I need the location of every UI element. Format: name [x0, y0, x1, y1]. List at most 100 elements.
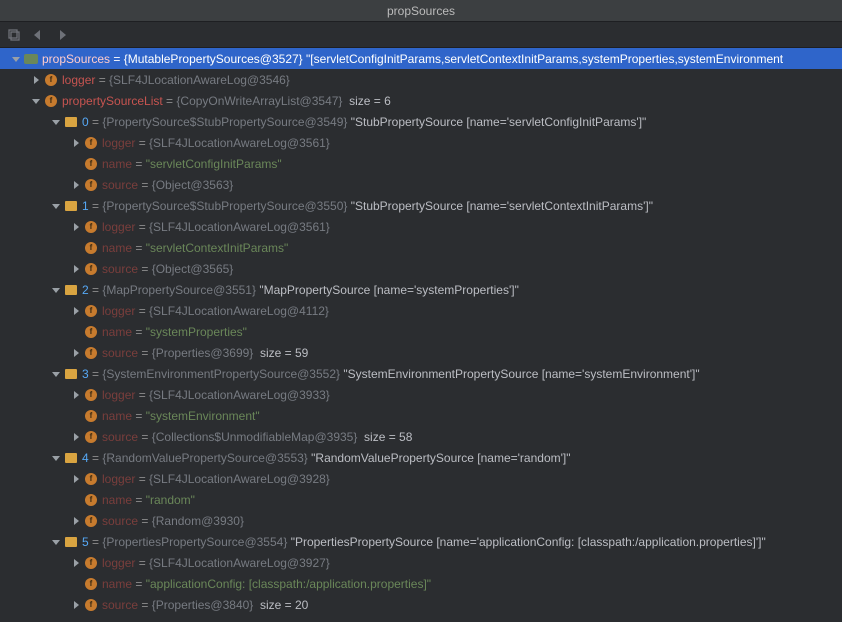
- field-icon: [84, 472, 98, 486]
- tree-row[interactable]: source = {Properties@3840} size = 20: [0, 594, 842, 615]
- expand-collapse-icon[interactable]: [50, 116, 62, 128]
- indent: [0, 478, 70, 479]
- text-segment: "random": [146, 493, 195, 507]
- expand-collapse-icon[interactable]: [30, 95, 42, 107]
- tree-row[interactable]: source = {Random@3930}: [0, 510, 842, 531]
- expand-collapse-icon[interactable]: [70, 599, 82, 611]
- text-segment: =: [89, 199, 103, 213]
- array-element-icon: [64, 199, 78, 213]
- text-segment: =: [95, 73, 109, 87]
- tree-row[interactable]: logger = {SLF4JLocationAwareLog@3546}: [0, 69, 842, 90]
- text-segment: {SLF4JLocationAwareLog@4112}: [149, 304, 329, 318]
- field-icon: [84, 430, 98, 444]
- tree-row[interactable]: source = {Properties@3699} size = 59: [0, 342, 842, 363]
- tree-row[interactable]: name = "systemProperties": [0, 321, 842, 342]
- tree-row[interactable]: 1 = {PropertySource$StubPropertySource@3…: [0, 195, 842, 216]
- expand-collapse-icon[interactable]: [70, 347, 82, 359]
- indent: [0, 184, 70, 185]
- tree-row[interactable]: 5 = {PropertiesPropertySource@3554} "Pro…: [0, 531, 842, 552]
- tree-row[interactable]: logger = {SLF4JLocationAwareLog@4112}: [0, 300, 842, 321]
- tree-row[interactable]: name = "applicationConfig: [classpath:/a…: [0, 573, 842, 594]
- field-icon: [44, 73, 58, 87]
- tree-row[interactable]: source = {Object@3565}: [0, 258, 842, 279]
- tree-row[interactable]: propSources = {MutablePropertySources@35…: [0, 48, 842, 69]
- field-icon: [84, 577, 98, 591]
- text-segment: "StubPropertySource [name='servletContex…: [351, 199, 653, 213]
- expand-collapse-icon[interactable]: [30, 74, 42, 86]
- tree-row[interactable]: name = "servletContextInitParams": [0, 237, 842, 258]
- tree-row[interactable]: logger = {SLF4JLocationAwareLog@3933}: [0, 384, 842, 405]
- field-icon: [84, 514, 98, 528]
- field-icon: [84, 556, 98, 570]
- expand-collapse-icon[interactable]: [70, 557, 82, 569]
- tree-row[interactable]: name = "random": [0, 489, 842, 510]
- text-segment: {PropertiesPropertySource@3554}: [102, 535, 287, 549]
- nav-forward-icon[interactable]: [54, 27, 70, 43]
- expand-collapse-icon[interactable]: [50, 200, 62, 212]
- field-icon: [84, 325, 98, 339]
- tree-row[interactable]: propertySourceList = {CopyOnWriteArrayLi…: [0, 90, 842, 111]
- text-segment: name: [102, 241, 132, 255]
- window-title: propSources: [387, 4, 455, 18]
- indent: [0, 121, 50, 122]
- tree-row[interactable]: 3 = {SystemEnvironmentPropertySource@355…: [0, 363, 842, 384]
- text-segment: "servletContextInitParams": [146, 241, 289, 255]
- text-segment: size = 6: [342, 94, 390, 108]
- expand-collapse-icon[interactable]: [50, 368, 62, 380]
- expand-collapse-icon[interactable]: [50, 536, 62, 548]
- indent: [0, 373, 50, 374]
- tree-row[interactable]: 2 = {MapPropertySource@3551} "MapPropert…: [0, 279, 842, 300]
- tree-row[interactable]: 0 = {PropertySource$StubPropertySource@3…: [0, 111, 842, 132]
- tree-row[interactable]: source = {Object@3563}: [0, 174, 842, 195]
- text-segment: size = 59: [253, 346, 308, 360]
- expand-collapse-icon[interactable]: [70, 221, 82, 233]
- text-segment: =: [132, 577, 146, 591]
- expand-collapse-icon[interactable]: [70, 305, 82, 317]
- copy-icon[interactable]: [6, 27, 22, 43]
- nav-back-icon[interactable]: [30, 27, 46, 43]
- tree-row[interactable]: source = {Collections$UnmodifiableMap@39…: [0, 426, 842, 447]
- indent: [0, 457, 50, 458]
- field-icon: [84, 220, 98, 234]
- expand-collapse-icon[interactable]: [10, 53, 22, 65]
- field-icon: [84, 304, 98, 318]
- expand-collapse-icon[interactable]: [70, 179, 82, 191]
- indent: [0, 331, 70, 332]
- text-segment: =: [132, 325, 146, 339]
- indent: [0, 163, 70, 164]
- text-segment: {SLF4JLocationAwareLog@3927}: [149, 556, 330, 570]
- tree-row[interactable]: logger = {SLF4JLocationAwareLog@3927}: [0, 552, 842, 573]
- expand-collapse-icon[interactable]: [50, 452, 62, 464]
- expand-collapse-icon[interactable]: [70, 473, 82, 485]
- text-segment: =: [135, 556, 149, 570]
- tree-row[interactable]: logger = {SLF4JLocationAwareLog@3928}: [0, 468, 842, 489]
- window-titlebar: propSources: [0, 0, 842, 22]
- expand-collapse-icon[interactable]: [70, 263, 82, 275]
- tree-row[interactable]: name = "servletConfigInitParams": [0, 153, 842, 174]
- tree-row[interactable]: name = "systemEnvironment": [0, 405, 842, 426]
- indent: [0, 79, 30, 80]
- tree-row[interactable]: logger = {SLF4JLocationAwareLog@3561}: [0, 216, 842, 237]
- indent: [0, 226, 70, 227]
- text-segment: =: [163, 94, 177, 108]
- indent: [0, 541, 50, 542]
- expand-collapse-icon[interactable]: [70, 515, 82, 527]
- field-icon: [84, 241, 98, 255]
- text-segment: logger: [102, 220, 135, 234]
- indent: [0, 520, 70, 521]
- expand-collapse-icon[interactable]: [50, 284, 62, 296]
- text-segment: =: [89, 535, 103, 549]
- expand-collapse-icon[interactable]: [70, 431, 82, 443]
- text-segment: size = 20: [253, 598, 308, 612]
- expand-collapse-icon[interactable]: [70, 137, 82, 149]
- text-segment: logger: [102, 388, 135, 402]
- text-segment: source: [102, 178, 138, 192]
- expand-collapse-icon[interactable]: [70, 389, 82, 401]
- text-segment: 3: [82, 367, 89, 381]
- tree-row[interactable]: 4 = {RandomValuePropertySource@3553} "Ra…: [0, 447, 842, 468]
- text-segment: =: [138, 346, 152, 360]
- tree-row[interactable]: logger = {SLF4JLocationAwareLog@3561}: [0, 132, 842, 153]
- indent: [0, 352, 70, 353]
- text-segment: {Properties@3840}: [152, 598, 254, 612]
- variable-tree[interactable]: propSources = {MutablePropertySources@35…: [0, 48, 842, 622]
